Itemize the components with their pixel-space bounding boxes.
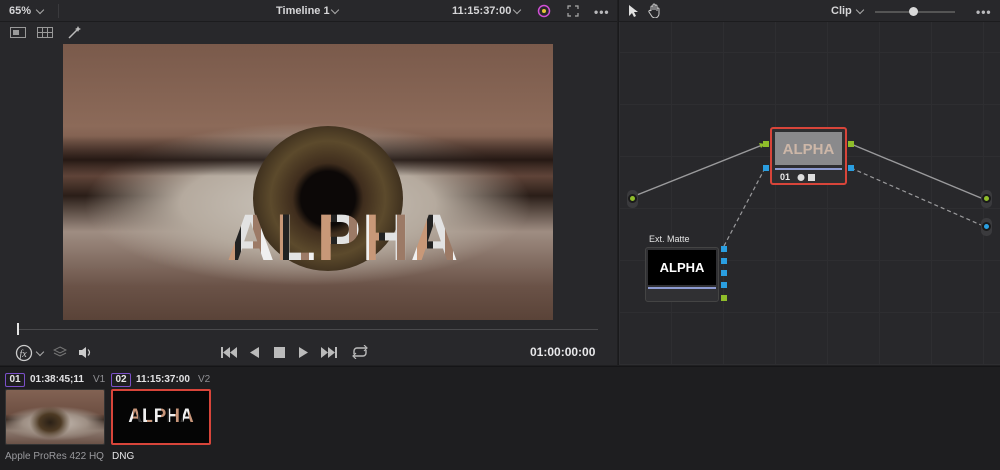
go-to-start-icon[interactable] bbox=[221, 347, 237, 358]
fullscreen-icon[interactable] bbox=[567, 5, 579, 17]
node-01-key-output[interactable] bbox=[848, 165, 854, 171]
fx-chevron-down-icon[interactable] bbox=[35, 347, 45, 357]
clip-track: V1 bbox=[93, 374, 106, 385]
matte-output-5[interactable] bbox=[721, 295, 727, 301]
volume-icon[interactable] bbox=[78, 346, 94, 359]
divider bbox=[58, 4, 59, 18]
viewer-header: 65% Timeline 1 11:15:37:00 ••• bbox=[0, 0, 617, 22]
single-viewer-icon[interactable] bbox=[10, 27, 26, 38]
clip-codec-name: DNG bbox=[112, 451, 135, 462]
source-input-port[interactable] bbox=[628, 194, 637, 203]
matte-output-2[interactable] bbox=[721, 258, 727, 264]
source-timecode: 11:15:37:00 bbox=[452, 5, 512, 17]
scrubber-bar[interactable] bbox=[18, 329, 598, 330]
clip-timecode: 01:38:45;11 bbox=[30, 374, 84, 385]
color-picker-icon[interactable] bbox=[537, 4, 551, 18]
loop-icon[interactable] bbox=[351, 345, 369, 359]
node-01-badge-icons bbox=[797, 174, 815, 181]
stop-icon[interactable] bbox=[274, 347, 285, 358]
clip-codec-name: Apple ProRes 422 HQ bbox=[5, 451, 104, 462]
fx-icon[interactable]: fx bbox=[15, 344, 33, 362]
clip-timecode: 11:15:37:00 bbox=[136, 374, 190, 385]
viewer-image[interactable]: ALPHA bbox=[63, 44, 553, 320]
node-01-label: 01 bbox=[780, 172, 791, 182]
gallery-view-icon[interactable] bbox=[37, 27, 53, 38]
clips-strip: 01 01:38:45;11 V1 Apple ProRes 422 HQ 02… bbox=[0, 366, 1000, 470]
play-reverse-icon[interactable] bbox=[250, 347, 259, 358]
matte-thumb-text: ALPHA bbox=[659, 260, 705, 275]
clip-track: V2 bbox=[198, 374, 211, 385]
matte-status-bar bbox=[648, 287, 716, 289]
rgb-output-port[interactable] bbox=[982, 194, 991, 203]
node-01-rgb-output[interactable] bbox=[848, 141, 854, 147]
magic-wand-icon[interactable] bbox=[67, 25, 83, 40]
svg-text:fx: fx bbox=[20, 349, 28, 360]
matte-node-title: Ext. Matte bbox=[649, 234, 690, 244]
matte-output-4[interactable] bbox=[721, 282, 727, 288]
clip-thumbnail-selected[interactable]: ALPHA bbox=[111, 389, 211, 445]
clip-number: 01 bbox=[5, 373, 25, 387]
node-01-rgb-input[interactable] bbox=[763, 141, 769, 147]
layers-icon[interactable] bbox=[53, 346, 67, 359]
clip-thumb-text: ALPHA bbox=[113, 406, 209, 428]
clip-thumbnail[interactable] bbox=[5, 389, 105, 445]
corrector-node-01[interactable]: ALPHA 01 bbox=[770, 127, 847, 185]
alpha-output-port[interactable] bbox=[982, 222, 991, 231]
alpha-overlay-text: ALPHA bbox=[213, 202, 473, 272]
matte-output-1[interactable] bbox=[721, 246, 727, 252]
viewer-options-icon[interactable]: ••• bbox=[594, 5, 610, 19]
node-01-thumbnail: ALPHA bbox=[775, 132, 842, 165]
zoom-chevron-down-icon[interactable] bbox=[35, 5, 45, 15]
matte-thumbnail: ALPHA bbox=[648, 250, 716, 285]
node-01-status-bar bbox=[775, 168, 842, 170]
node-editor-panel[interactable]: Clip ••• ALPHA 01 Ext. Matte ALPHA bbox=[618, 0, 1000, 365]
matte-output-3[interactable] bbox=[721, 270, 727, 276]
playhead-handle[interactable] bbox=[17, 323, 19, 335]
external-matte-node[interactable]: ALPHA bbox=[645, 247, 719, 302]
zoom-level[interactable]: 65% bbox=[9, 5, 31, 17]
viewer-panel: 65% Timeline 1 11:15:37:00 ••• ALPHA fx … bbox=[0, 0, 617, 365]
clip-number: 02 bbox=[111, 373, 131, 387]
timeline-chevron-down-icon[interactable] bbox=[330, 5, 340, 15]
viewer-toolbar bbox=[0, 22, 617, 44]
play-icon[interactable] bbox=[299, 347, 308, 358]
timecode-chevron-down-icon[interactable] bbox=[512, 5, 522, 15]
node-01-thumb-text: ALPHA bbox=[782, 141, 835, 158]
go-to-end-icon[interactable] bbox=[321, 347, 337, 358]
timeline-name[interactable]: Timeline 1 bbox=[276, 5, 330, 17]
playback-timecode: 01:00:00:00 bbox=[530, 345, 596, 359]
transport-controls: fx 01:00:00:00 bbox=[0, 340, 617, 365]
node-01-key-input[interactable] bbox=[763, 165, 769, 171]
